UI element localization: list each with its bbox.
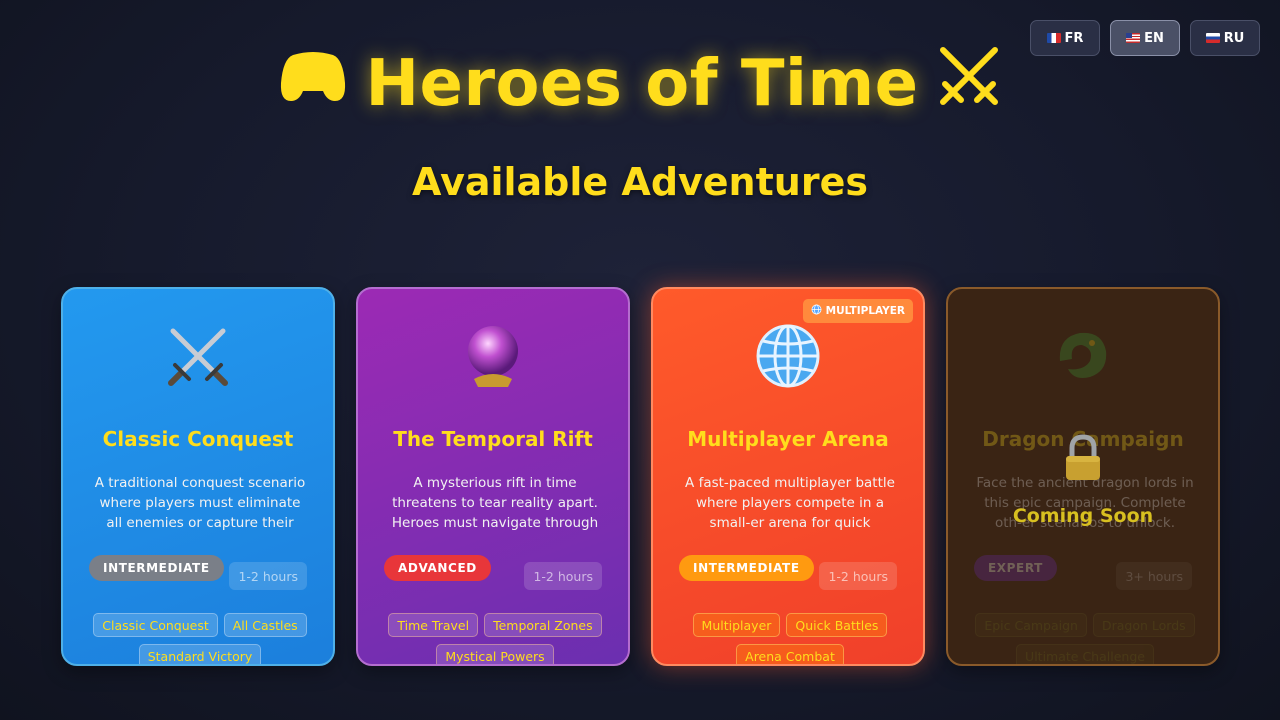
- multiplayer-badge-label: MULTIPLAYER: [825, 305, 905, 317]
- dragon-icon: [948, 321, 1218, 391]
- adventure-card-dragon-campaign: Dragon Campaign Face the ancient dragon …: [946, 287, 1220, 666]
- tag-list: Time Travel Temporal Zones Mystical Powe…: [378, 613, 612, 664]
- tag-list: Epic Campaign Dragon Lords Ultimate Chal…: [968, 613, 1202, 664]
- adventure-card-multiplayer-arena[interactable]: MULTIPLAYER Multiplayer Arena A fast-pac…: [651, 287, 925, 666]
- crystal-ball-icon: [358, 321, 628, 391]
- crossed-swords-icon: [63, 321, 333, 391]
- difficulty-badge: INTERMEDIATE: [89, 555, 224, 581]
- tag: All Castles: [223, 613, 307, 637]
- tag-list: Multiplayer Quick Battles Arena Combat: [673, 613, 907, 664]
- tag: Epic Campaign: [975, 613, 1087, 637]
- card-description: A mysterious rift in time threatens to t…: [391, 475, 599, 531]
- card-title: The Temporal Rift: [393, 427, 593, 451]
- tag: Multiplayer: [692, 613, 781, 637]
- title-text: Heroes of Time: [365, 47, 919, 121]
- difficulty-badge: ADVANCED: [384, 555, 491, 581]
- duration-badge: 3+ hours: [1116, 562, 1192, 590]
- tag: Classic Conquest: [93, 613, 218, 637]
- tag: Temporal Zones: [484, 613, 602, 637]
- gamepad-icon: [279, 47, 347, 121]
- duration-badge: 1-2 hours: [229, 562, 307, 590]
- difficulty-badge: EXPERT: [974, 555, 1057, 581]
- globe-icon: [653, 321, 923, 391]
- tag: Dragon Lords: [1092, 613, 1195, 637]
- card-title: Classic Conquest: [102, 427, 294, 451]
- duration-badge: 1-2 hours: [819, 562, 897, 590]
- page-title: Heroes of Time: [0, 44, 1280, 124]
- card-title: Multiplayer Arena: [687, 427, 889, 451]
- tag: Mystical Powers: [436, 644, 554, 664]
- tag: Quick Battles: [786, 613, 888, 637]
- tag: Time Travel: [388, 613, 479, 637]
- duration-badge: 1-2 hours: [524, 562, 602, 590]
- crossed-swords-icon: [937, 44, 1001, 124]
- coming-soon-label: Coming Soon: [1012, 505, 1154, 527]
- france-flag-icon: [1046, 33, 1061, 43]
- adventure-list: Classic Conquest A traditional conquest …: [61, 287, 1220, 666]
- difficulty-badge: INTERMEDIATE: [679, 555, 814, 581]
- card-description: A traditional conquest scenario where pl…: [94, 475, 306, 531]
- tag: Standard Victory: [138, 644, 262, 664]
- tag-list: Classic Conquest All Castles Standard Vi…: [83, 613, 317, 664]
- section-heading: Available Adventures: [412, 160, 868, 204]
- russia-flag-icon: [1205, 33, 1220, 43]
- globe-icon: [811, 304, 822, 318]
- multiplayer-badge: MULTIPLAYER: [802, 299, 913, 323]
- lock-icon: [948, 434, 1218, 482]
- usa-flag-icon: [1126, 33, 1141, 43]
- adventure-card-temporal-rift[interactable]: The Temporal Rift A mysterious rift in t…: [356, 287, 630, 666]
- adventure-card-classic-conquest[interactable]: Classic Conquest A traditional conquest …: [61, 287, 335, 666]
- tag: Ultimate Challenge: [1016, 644, 1154, 664]
- tag: Arena Combat: [736, 644, 844, 664]
- card-description: A fast-paced multiplayer battle where pl…: [685, 475, 895, 531]
